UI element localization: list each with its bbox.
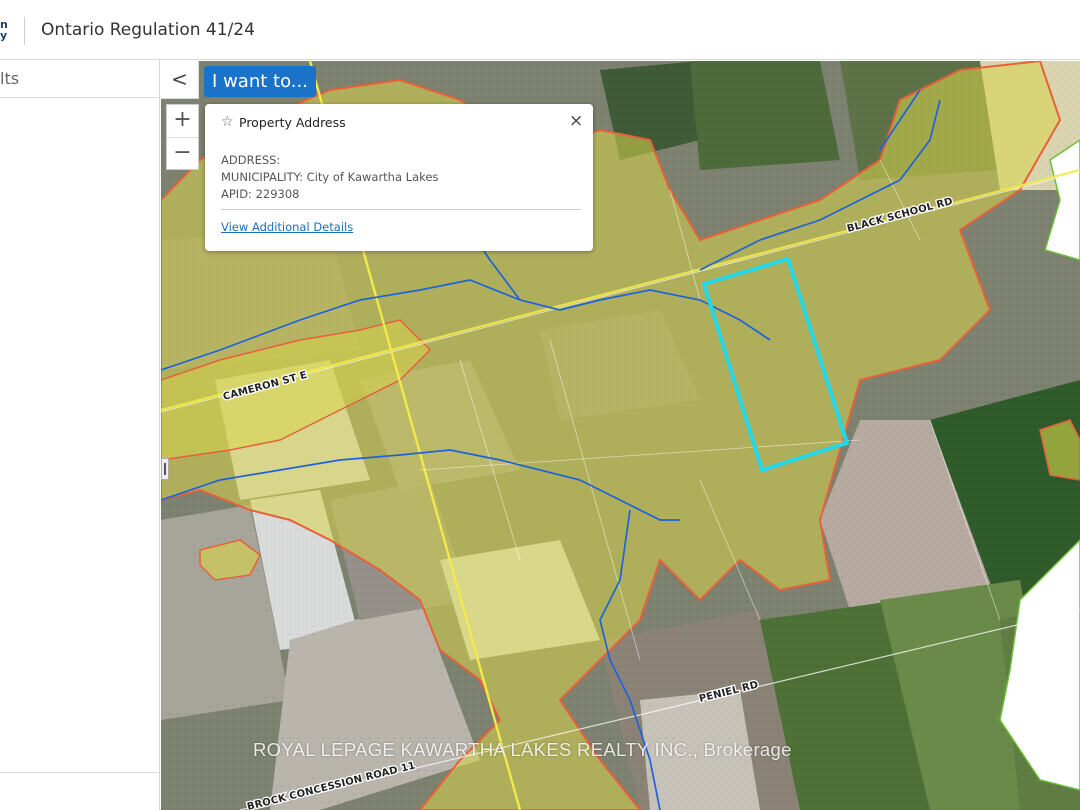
address-line: ADDRESS: (221, 153, 281, 167)
header-divider (24, 17, 25, 45)
sidebar-resize-handle[interactable] (161, 458, 169, 480)
view-additional-details-link[interactable]: View Additional Details (221, 220, 353, 234)
results-sidebar: lts (0, 60, 160, 810)
popup-divider (221, 209, 581, 210)
sidebar-footer-divider (0, 772, 160, 773)
zoom-in-button[interactable]: + (167, 105, 198, 138)
collapse-sidebar-button[interactable]: < (161, 61, 199, 99)
star-outline-icon[interactable]: ☆ (221, 114, 234, 130)
chevron-left-icon: < (171, 67, 188, 91)
zoom-control: + − (166, 104, 199, 170)
apid-line: APID: 229308 (221, 187, 300, 201)
sidebar-divider (0, 97, 160, 98)
app-header: n y Ontario Regulation 41/24 (0, 0, 1080, 60)
close-popup-button[interactable]: × (569, 111, 583, 131)
i-want-to-button[interactable]: I want to... (204, 66, 316, 97)
sidebar-title: lts (0, 69, 20, 88)
property-popup: ☆ Property Address × ADDRESS: MUNICIPALI… (205, 104, 593, 251)
zoom-out-button[interactable]: − (167, 138, 198, 170)
popup-title: Property Address (239, 115, 346, 130)
logo: n y (0, 18, 8, 42)
app-title: Ontario Regulation 41/24 (41, 20, 255, 40)
brokerage-watermark: ROYAL LEPAGE KAWARTHA LAKES REALTY INC.,… (253, 739, 792, 760)
municipality-line: MUNICIPALITY: City of Kawartha Lakes (221, 170, 439, 184)
